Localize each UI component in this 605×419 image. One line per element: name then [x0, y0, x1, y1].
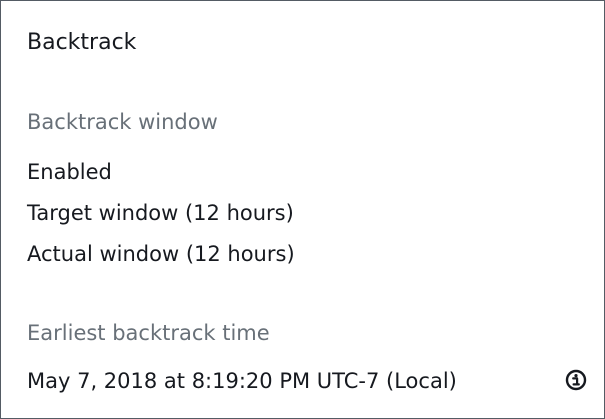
info-icon[interactable] — [565, 369, 587, 391]
backtrack-status-value: Enabled — [27, 160, 112, 184]
panel-title: Backtrack — [27, 30, 137, 55]
earliest-backtrack-time-value: May 7, 2018 at 8:19:20 PM UTC-7 (Local) — [27, 369, 457, 393]
backtrack-window-label: Backtrack window — [27, 110, 218, 134]
actual-window-value: Actual window (12 hours) — [27, 242, 295, 266]
target-window-value: Target window (12 hours) — [27, 201, 294, 225]
info-icon-glyph — [565, 369, 587, 391]
backtrack-panel: Backtrack Backtrack window Enabled Targe… — [0, 0, 605, 419]
earliest-backtrack-time-label: Earliest backtrack time — [27, 321, 270, 345]
